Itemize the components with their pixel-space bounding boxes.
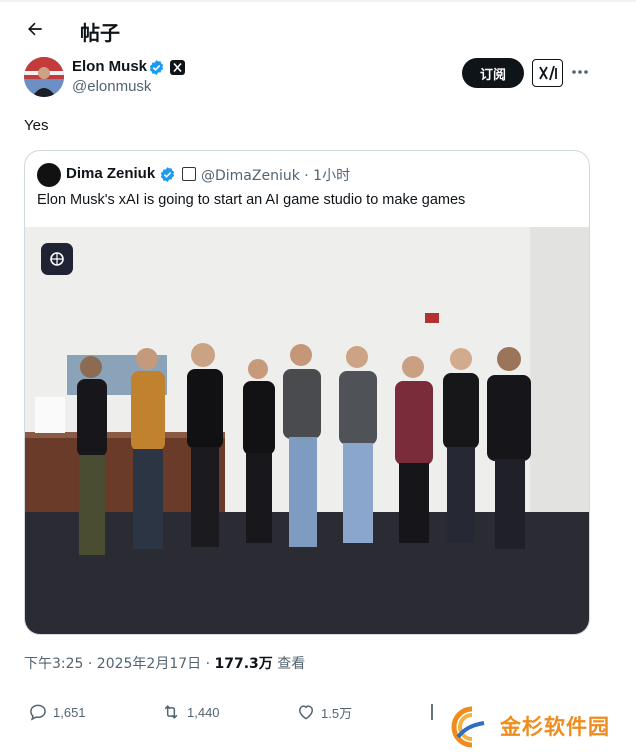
more-options-button[interactable] — [568, 60, 592, 84]
quoted-post-card[interactable]: Dima Zeniuk @DimaZeniuk · 1小时 Elon Musk'… — [24, 150, 590, 635]
quoted-post-photo[interactable] — [25, 227, 589, 634]
timestamp-text: 下午3:25 · 2025年2月17日 · — [24, 656, 215, 672]
x-affiliate-icon — [170, 60, 185, 75]
more-dots-icon — [572, 70, 588, 74]
like-button[interactable]: 1.5万 — [296, 700, 352, 724]
quoted-author-name: Dima Zeniuk — [66, 165, 156, 182]
author-handle[interactable]: @elonmusk — [72, 78, 151, 95]
retweet-count: 1,440 — [187, 704, 220, 720]
author-name[interactable]: Elon Musk — [72, 58, 147, 75]
avatar-image — [24, 57, 64, 97]
heart-icon — [298, 705, 314, 720]
bookmark-icon — [431, 704, 433, 720]
back-button[interactable] — [20, 14, 50, 44]
like-count: 1.5万 — [321, 705, 353, 721]
views-count: 177.3万 — [214, 656, 273, 672]
reply-button[interactable]: 1,651 — [28, 700, 86, 724]
header: 帖子 — [0, 8, 636, 52]
photo-avatar-icon — [41, 243, 73, 275]
grok-button[interactable] — [532, 59, 563, 87]
page-title: 帖子 — [80, 21, 120, 45]
post-text: Yes — [24, 117, 49, 134]
retweet-icon — [164, 705, 178, 719]
arrow-left-icon — [28, 22, 42, 36]
post-timestamp: 下午3:25 · 2025年2月17日 · 177.3万 查看 — [24, 653, 305, 673]
grok-icon — [538, 65, 557, 81]
group-photo-image — [25, 227, 589, 634]
reply-count: 1,651 — [53, 704, 86, 720]
affiliate-badge-icon — [182, 167, 196, 181]
quoted-author-avatar — [37, 163, 61, 187]
retweet-button[interactable]: 1,440 — [160, 700, 220, 724]
reply-icon — [30, 704, 46, 721]
quoted-meta: @DimaZeniuk · 1小时 — [201, 168, 351, 184]
subscribe-button[interactable]: 订阅 — [462, 58, 524, 88]
bookmark-button[interactable] — [430, 700, 445, 724]
quoted-post-text: Elon Musk's xAI is going to start an AI … — [37, 192, 466, 208]
top-border — [0, 0, 636, 2]
verified-badge-icon — [160, 167, 175, 182]
author-avatar[interactable] — [24, 57, 64, 97]
views-label: 查看 — [272, 656, 306, 672]
verified-badge-icon — [149, 60, 164, 75]
watermark-logo-icon — [451, 706, 485, 748]
watermark-text: 金杉软件园 — [500, 715, 610, 739]
watermark: 金杉软件园 — [448, 703, 634, 749]
